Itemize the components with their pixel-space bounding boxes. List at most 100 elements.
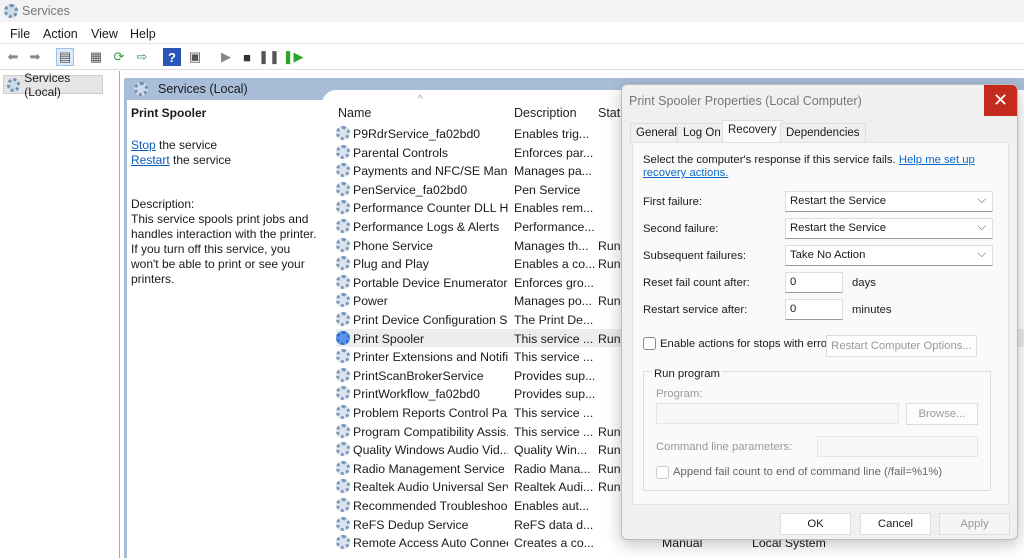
intro-text: Select the computer's response if this s… xyxy=(643,154,899,166)
service-gear-icon xyxy=(336,219,350,233)
service-description: Performance... xyxy=(514,220,595,234)
browse-button[interactable]: Browse... xyxy=(906,403,978,425)
service-gear-icon xyxy=(336,256,350,271)
start-service-icon[interactable]: ▶ xyxy=(217,48,235,66)
cancel-button[interactable]: Cancel xyxy=(860,513,931,535)
service-description: Creates a co... xyxy=(514,536,594,551)
pause-service-icon[interactable]: ❚❚ xyxy=(258,48,280,66)
chevron-down-icon: ⌵ xyxy=(977,221,986,233)
service-status: Runı xyxy=(598,480,622,495)
forward-arrow-icon[interactable]: ➡ xyxy=(26,48,44,66)
second-failure-label: Second failure: xyxy=(643,223,719,235)
service-name: Performance Counter DLL H... xyxy=(353,201,508,216)
service-gear-icon xyxy=(336,126,350,140)
service-name: Parental Controls xyxy=(353,145,449,160)
tab-general[interactable]: General xyxy=(630,123,683,143)
selected-service-name: Print Spooler xyxy=(131,106,207,120)
service-description: Radio Mana... xyxy=(514,461,591,476)
service-description: The Print De... xyxy=(514,313,594,327)
service-name: PenService_fa02bd0 xyxy=(353,182,468,197)
first-failure-select[interactable]: Restart the Service ⌵ xyxy=(785,191,993,212)
service-description: Enforces par... xyxy=(514,145,594,160)
restart-service-link[interactable]: Restart xyxy=(131,153,170,167)
reset-fail-count-input[interactable]: 0 xyxy=(785,272,843,293)
program-label: Program: xyxy=(656,388,703,400)
services-icon xyxy=(7,77,21,92)
tab-recovery[interactable]: Recovery xyxy=(722,120,783,143)
apply-button[interactable]: Apply xyxy=(939,513,1010,535)
menu-view[interactable]: View xyxy=(91,27,118,41)
subsequent-failures-select[interactable]: Take No Action ⌵ xyxy=(785,245,993,266)
column-header-name[interactable]: Name xyxy=(338,106,371,120)
menu-action[interactable]: Action xyxy=(43,27,78,41)
tab-log-on[interactable]: Log On xyxy=(677,123,727,143)
ok-button[interactable]: OK xyxy=(780,513,851,535)
tree-item-services-local[interactable]: Services (Local) xyxy=(3,71,103,99)
service-name: Plug and Play xyxy=(353,257,429,272)
minutes-label: minutes xyxy=(852,304,892,316)
append-fail-count-checkbox[interactable] xyxy=(656,466,669,479)
properties-icon[interactable]: ▦ xyxy=(87,48,105,66)
restart-service-icon[interactable]: ❚▶ xyxy=(283,48,304,66)
service-name: Phone Service xyxy=(353,238,433,253)
service-description: Enables a co... xyxy=(514,257,596,272)
dialog-title: Print Spooler Properties (Local Computer… xyxy=(629,94,862,108)
show-hide-console-tree-icon[interactable]: ▤ xyxy=(56,48,74,66)
stop-service-icon[interactable]: ■ xyxy=(238,48,256,66)
program-input[interactable] xyxy=(656,403,899,424)
service-gear-icon xyxy=(336,516,350,531)
service-description: Enables rem... xyxy=(514,201,594,216)
first-failure-label: First failure: xyxy=(643,196,703,208)
refresh-icon[interactable]: ⟳ xyxy=(110,48,128,66)
append-fail-count-label: Append fail count to end of command line… xyxy=(673,466,943,478)
restart-computer-options-button[interactable]: Restart Computer Options... xyxy=(826,335,977,357)
service-gear-icon xyxy=(336,200,350,215)
service-name: Payments and NFC/SE Mana... xyxy=(353,164,508,179)
show-action-pane-icon[interactable]: ▣ xyxy=(186,48,204,66)
service-gear-icon xyxy=(336,293,350,308)
column-header-description[interactable]: Description xyxy=(514,106,577,120)
properties-dialog: Print Spooler Properties (Local Computer… xyxy=(621,84,1018,540)
run-program-group: Run program Program: Browse... Command l… xyxy=(643,368,991,491)
service-name: Performance Logs & Alerts xyxy=(353,220,500,234)
service-status: Runı xyxy=(598,424,622,439)
service-gear-icon xyxy=(336,312,350,326)
toolbar: ⬅ ➡ ▤ ▦ ⟳ ⇨ ? ▣ ▶ ■ ❚❚ ❚▶ xyxy=(0,44,1024,70)
menu-help[interactable]: Help xyxy=(130,27,156,41)
stop-service-link[interactable]: Stop xyxy=(131,138,156,152)
service-status: Runı xyxy=(598,294,622,309)
service-status: Runı xyxy=(598,461,622,476)
link-suffix: the service xyxy=(169,153,232,167)
service-description: Manages th... xyxy=(514,238,589,253)
enable-actions-checkbox[interactable] xyxy=(643,337,656,350)
tab-dependencies[interactable]: Dependencies xyxy=(780,123,866,143)
export-list-icon[interactable]: ⇨ xyxy=(133,48,151,66)
command-line-input[interactable] xyxy=(817,436,978,457)
sort-ascending-icon: ^ xyxy=(418,94,423,105)
menu-file[interactable]: File xyxy=(10,27,30,41)
help-icon[interactable]: ? xyxy=(163,48,181,66)
service-name: Power xyxy=(353,294,388,309)
description-label: Description: xyxy=(131,197,195,211)
service-description: Pen Service xyxy=(514,182,581,197)
service-name: Realtek Audio Universal Serv... xyxy=(353,480,508,495)
restart-service-after-input[interactable]: 0 xyxy=(785,299,843,320)
service-gear-icon xyxy=(336,237,350,252)
second-failure-select[interactable]: Restart the Service ⌵ xyxy=(785,218,993,239)
services-app-icon xyxy=(4,4,18,18)
service-gear-icon xyxy=(336,386,350,401)
close-button[interactable]: ✕ xyxy=(984,85,1017,116)
service-gear-icon xyxy=(336,274,350,289)
chevron-down-icon: ⌵ xyxy=(977,248,986,260)
chevron-down-icon: ⌵ xyxy=(977,194,986,206)
service-gear-icon xyxy=(336,442,350,457)
service-gear-icon xyxy=(336,144,350,159)
reset-fail-count-label: Reset fail count after: xyxy=(643,277,750,289)
second-failure-value: Restart the Service xyxy=(790,222,887,234)
back-arrow-icon[interactable]: ⬅ xyxy=(4,48,22,66)
service-description: Manages po... xyxy=(514,294,592,309)
service-name: Radio Management Service xyxy=(353,461,505,476)
services-icon xyxy=(134,82,148,96)
service-name: PrintScanBrokerService xyxy=(353,368,484,383)
service-description: This service ... xyxy=(514,350,594,365)
